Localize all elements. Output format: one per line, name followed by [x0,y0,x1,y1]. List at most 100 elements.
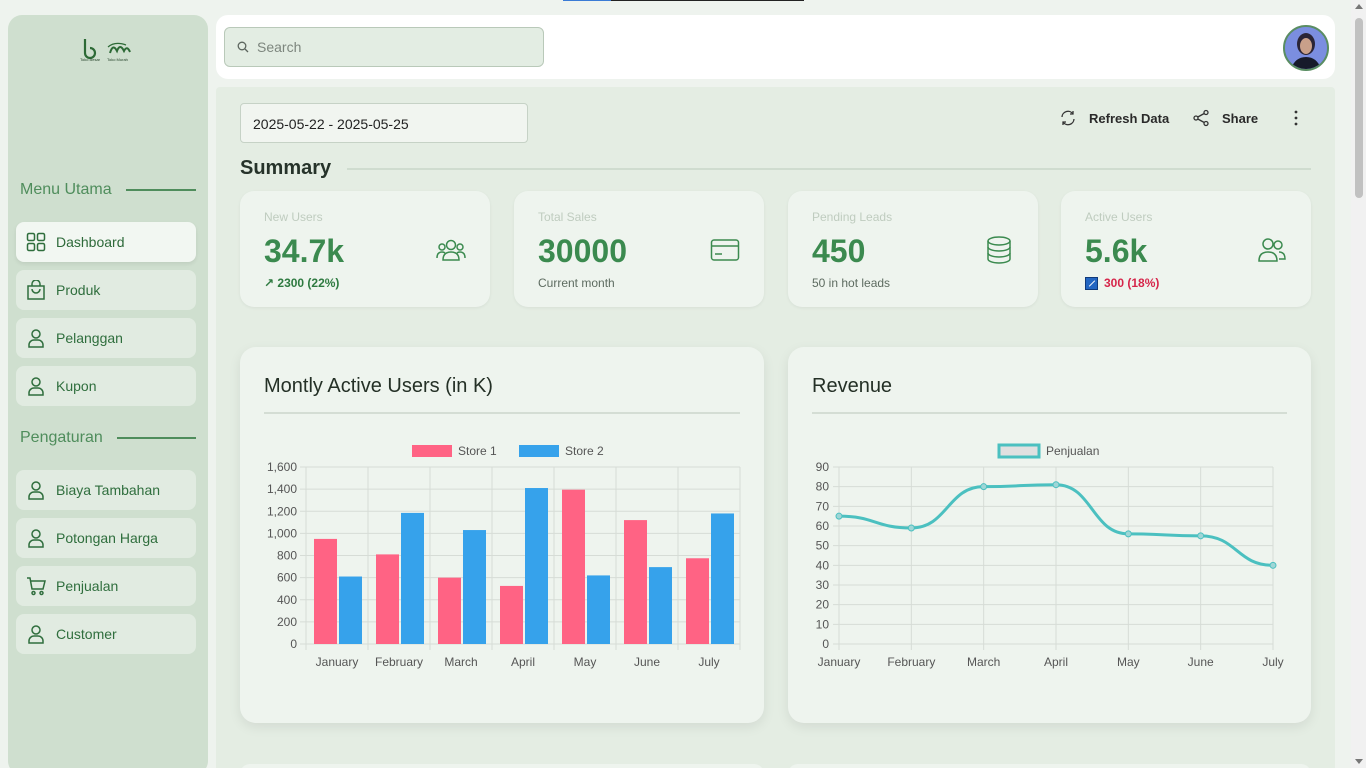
x-tick-label: April [1044,655,1068,669]
summary-heading: Summary [240,157,1311,180]
line-chart: Penjualan 0 10 20 30 40 50 60 70 80 90 January Febru… [816,443,1284,669]
stat-card-pending-leads: Pending Leads 450 50 in hot leads [788,191,1038,307]
logo-mark-icon [83,39,131,60]
summary-title: Summary [240,157,332,179]
refresh-data-label: Refresh Data [1089,110,1170,126]
stat-change: 300 (18%) [1085,276,1159,290]
stat-value: 34.7k [264,233,345,269]
sidebar-item-pelanggan[interactable]: Pelanggan [16,318,196,358]
users-group-icon [436,239,466,261]
y-tick-label: 50 [816,539,830,553]
data-point [835,512,843,520]
sidebar-item-potongan-harga[interactable]: Potongan Harga [16,518,196,558]
search-box[interactable] [224,27,544,67]
scroll-down-icon[interactable] [1355,759,1363,764]
share-label: Share [1222,110,1259,126]
more-options-button[interactable] [1287,109,1317,127]
y-tick-label: 30 [816,578,830,592]
tab-loading-bar [563,0,804,1]
sidebar-item-label: Dashboard [56,234,125,250]
logo-text-left: Toko Besar [80,57,101,62]
data-point [1269,561,1277,569]
y-tick-label: 90 [816,460,830,474]
scroll-up-icon[interactable] [1355,4,1363,9]
refresh-data-button[interactable]: Refresh Data [1059,109,1169,127]
cart-icon [27,577,46,596]
x-tick-label: June [1188,655,1214,669]
x-tick-label: May [1117,655,1140,669]
scrollbar-thumb[interactable] [1355,18,1363,198]
sidebar-item-dashboard[interactable]: Dashboard [16,222,196,262]
y-tick-label: 1,600 [267,460,297,474]
user-icon [28,377,44,396]
stat-label: Pending Leads [812,210,893,224]
y-tick-label: 70 [816,499,830,513]
x-tick-label: July [1262,655,1283,669]
user-icon [28,481,44,500]
section-main-label: Menu Utama [20,181,112,198]
sidebar-item-biaya-tambahan[interactable]: Biaya Tambahan [16,470,196,510]
sidebar-item-label: Biaya Tambahan [56,482,161,498]
y-tick-label: 1,400 [267,482,297,496]
data-point [980,483,988,491]
date-range-picker[interactable]: 2025-05-22 - 2025-05-25 [240,103,528,143]
sidebar-item-customer[interactable]: Customer [16,614,196,654]
stat-value: 30000 [538,233,627,269]
legend-label: Store 2 [565,444,604,458]
section-divider [125,189,196,191]
chart-card-monthly-active-users: Montly Active Users (in K) Store 1 Store … [240,347,764,723]
x-tick-label: February [887,655,935,669]
sidebar-item-penjualan[interactable]: Penjualan [16,566,196,606]
brand-logo[interactable]: Toko Besar Toko Murah [80,37,136,67]
bar-store2 [711,513,734,644]
bar-chart: Store 1 Store 2 0 200 400 600 800 1,000 1,200 1,4… [267,444,741,669]
logo-text-right: Toko Murah [107,57,128,62]
bar-store2 [339,576,362,644]
stat-value: 5.6k [1085,233,1148,269]
stat-subtext: Current month [538,276,615,290]
user-avatar-icon [1285,27,1327,69]
bar-store1 [376,554,399,644]
credit-card-icon [710,239,740,261]
stat-card-new-users: New Users 34.7k ↗ 2300 (22%) [240,191,490,307]
sidebar: Toko Besar Toko Murah Menu Utama Dashboa… [8,15,208,768]
page-scrollbar[interactable] [1351,0,1366,768]
stat-change-text: 300 (18%) [1104,276,1160,290]
y-tick-label: 1,200 [267,504,297,518]
search-input[interactable] [257,39,537,55]
chart-card-revenue: Revenue Penjualan 0 10 20 30 40 50 60 70 80 90 Janu… [788,347,1311,723]
y-tick-label: 60 [816,519,830,533]
bar-store2 [587,575,610,644]
x-tick-label: February [375,655,423,669]
stat-value: 450 [812,233,866,269]
user-icon [28,329,44,348]
y-tick-label: 40 [816,558,830,572]
top-header [216,15,1335,79]
user-icon [28,529,44,548]
sidebar-item-label: Produk [56,282,101,298]
sidebar-item-label: Penjualan [56,578,119,594]
share-button[interactable]: Share [1192,109,1258,127]
grid-icon [26,232,46,252]
bar-store1 [438,577,461,644]
bar-store2 [525,488,548,644]
sidebar-item-label: Potongan Harga [56,530,158,546]
y-tick-label: 800 [277,549,297,563]
user-icon [28,625,44,644]
summary-divider [347,167,1311,170]
legend-swatch-2 [519,445,559,457]
bar-store1 [686,558,709,644]
y-tick-label: 10 [816,617,830,631]
section-settings: Pengaturan [20,429,196,447]
users-icon [1258,238,1286,262]
bar-store2 [401,512,424,644]
stat-card-total-sales: Total Sales 30000 Current month [514,191,764,307]
avatar[interactable] [1283,25,1329,71]
x-tick-label: June [634,655,660,669]
bottom-card-right [788,764,1311,768]
x-tick-label: January [818,655,861,669]
sidebar-item-kupon[interactable]: Kupon [16,366,196,406]
data-point [1052,481,1060,489]
x-tick-label: March [444,655,477,669]
sidebar-item-produk[interactable]: Produk [16,270,196,310]
